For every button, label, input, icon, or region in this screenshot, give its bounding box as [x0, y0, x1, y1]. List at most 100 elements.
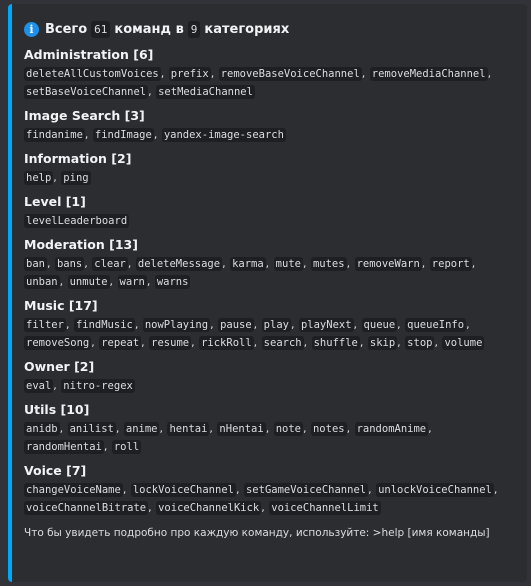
command-code: roll	[111, 440, 142, 454]
command-code: mute	[273, 257, 303, 271]
category-section: Music [17] filter, findMusic, nowPlaying,…	[24, 297, 515, 352]
command-code: voiceChannelBitrate	[24, 501, 149, 515]
embed-footer: Что бы увидеть подробно про каждую коман…	[24, 527, 490, 539]
command-separator: ,	[265, 257, 273, 270]
command-list: ban, bans, clear, deleteMessage, karma, …	[24, 255, 515, 291]
command-separator: ,	[265, 422, 273, 435]
category-section: Owner [2] eval, nitro-regex	[24, 358, 515, 395]
command-code: karma	[230, 257, 266, 271]
command-code: clear	[92, 257, 128, 271]
command-code: queueInfo	[405, 318, 467, 332]
command-separator: ,	[434, 336, 442, 349]
command-code: deleteAllCustomVoices	[24, 67, 161, 81]
command-separator: ,	[141, 336, 149, 349]
command-separator: ,	[209, 422, 217, 435]
command-separator: ,	[84, 128, 92, 141]
command-code: volume	[442, 336, 485, 350]
command-code: notes	[310, 422, 347, 436]
command-list: help, ping	[24, 169, 515, 187]
command-separator: ,	[127, 257, 135, 270]
embed-title: i Всего 61 команд в 9 категориях	[24, 18, 515, 40]
command-separator: ,	[261, 501, 269, 514]
category-section: Information [2] help, ping	[24, 150, 515, 187]
command-code: unmute	[67, 275, 110, 289]
category-heading: Moderation [13]	[24, 237, 138, 252]
command-code: setBaseVoiceChannel	[24, 85, 149, 99]
command-code: playNext	[298, 318, 354, 332]
category-section: Level [1] levelLeaderboard	[24, 193, 515, 230]
category-section: Image Search [3] findanime, findImage, ya…	[24, 107, 515, 144]
command-separator: ,	[303, 336, 311, 349]
command-code: anilist	[67, 422, 116, 436]
command-separator: ,	[159, 422, 167, 435]
command-separator: ,	[59, 275, 67, 288]
command-separator: ,	[53, 171, 61, 184]
command-separator: ,	[65, 318, 73, 331]
category-heading: Information [2]	[24, 151, 132, 166]
command-separator: ,	[115, 422, 123, 435]
command-separator: ,	[368, 483, 376, 496]
category-heading: Music [17]	[24, 298, 98, 313]
command-code: changeVoiceName	[24, 483, 123, 497]
command-code: lockVoiceChannel	[130, 483, 236, 497]
command-code: resume	[149, 336, 192, 350]
command-code: nHentai	[217, 422, 266, 436]
command-code: removeWarn	[354, 257, 422, 271]
command-code: skip	[367, 336, 398, 350]
category-section: Administration [6] deleteAllCustomVoices,…	[24, 46, 515, 101]
command-separator: ,	[253, 318, 261, 331]
command-separator: ,	[210, 318, 218, 331]
category-heading: Utils [10]	[24, 402, 90, 417]
command-separator: ,	[84, 257, 92, 270]
command-list: eval, nitro-regex	[24, 377, 515, 395]
command-list: findanime, findImage, yandex-image-searc…	[24, 126, 515, 144]
command-code: findMusic	[73, 318, 135, 332]
command-separator: ,	[122, 483, 130, 496]
command-separator: ,	[487, 67, 492, 80]
command-separator: ,	[397, 318, 405, 331]
command-list: levelLeaderboard	[24, 212, 515, 230]
command-separator: ,	[53, 379, 61, 392]
command-separator: ,	[361, 67, 369, 80]
command-separator: ,	[353, 318, 361, 331]
command-separator: ,	[397, 336, 405, 349]
command-code: filter	[24, 318, 66, 332]
command-code: deleteMessage	[135, 257, 223, 271]
command-code: warn	[117, 275, 147, 289]
category-heading: Voice [7]	[24, 463, 87, 478]
command-separator: ,	[103, 440, 111, 453]
command-separator: ,	[148, 85, 156, 98]
command-code: findanime	[24, 128, 85, 142]
total-categories-count: 9	[187, 20, 201, 38]
command-code: report	[429, 257, 472, 271]
command-list: filter, findMusic, nowPlaying, pause, pl…	[24, 316, 515, 352]
command-code: voiceChannelLimit	[269, 501, 381, 515]
command-code: voiceChannelKick	[156, 501, 262, 515]
total-commands-count: 61	[91, 20, 111, 38]
command-code: setMediaChannel	[156, 85, 255, 99]
command-code: ping	[61, 171, 91, 185]
command-code: removeSong	[24, 336, 92, 350]
command-separator: ,	[359, 336, 367, 349]
command-code: anidb	[24, 422, 60, 436]
command-code: anime	[123, 422, 160, 436]
command-separator: ,	[493, 483, 498, 496]
info-icon: i	[24, 21, 39, 37]
command-separator: ,	[46, 257, 54, 270]
command-list: changeVoiceName, lockVoiceChannel, setGa…	[24, 481, 515, 517]
category-heading: Image Search [3]	[24, 108, 145, 123]
command-code: eval	[24, 379, 54, 393]
command-separator: ,	[146, 275, 154, 288]
command-code: shuffle	[311, 336, 360, 350]
command-list: deleteAllCustomVoices, prefix, removeBas…	[24, 65, 515, 101]
category-section: Voice [7] changeVoiceName, lockVoiceChann…	[24, 462, 515, 517]
command-code: yandex-image-search	[161, 128, 286, 142]
command-separator: ,	[148, 501, 156, 514]
command-code: mutes	[310, 257, 347, 271]
command-separator: ,	[346, 257, 354, 270]
command-code: play	[261, 318, 291, 332]
command-code: prefix	[168, 67, 211, 81]
command-separator: ,	[160, 67, 168, 80]
category-heading: Administration [6]	[24, 47, 154, 62]
command-separator: ,	[290, 318, 298, 331]
